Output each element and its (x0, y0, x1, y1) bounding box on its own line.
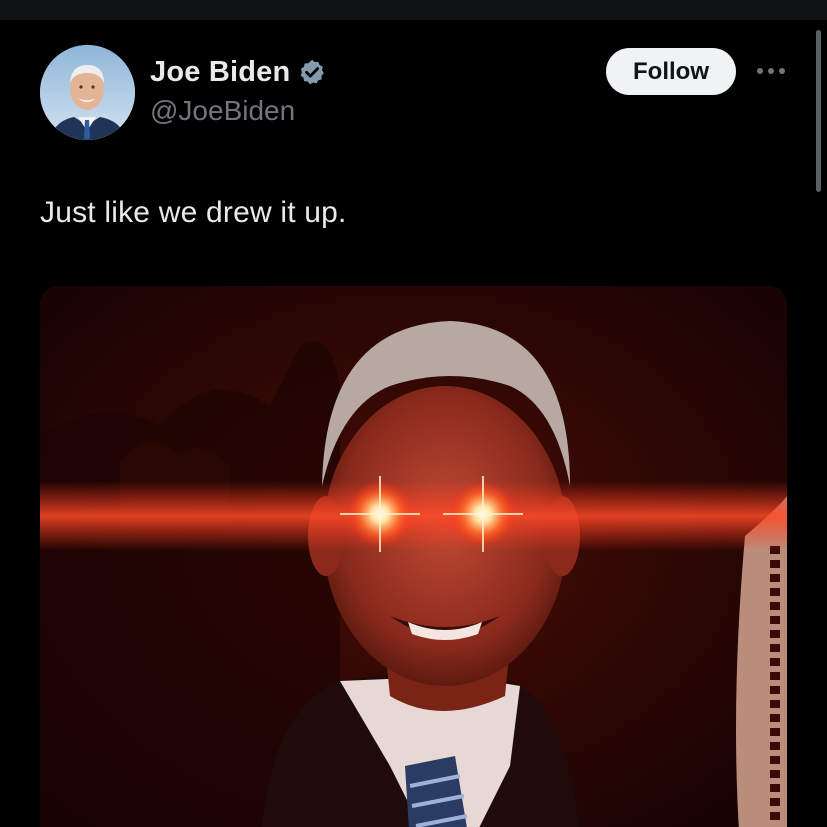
verified-badge-icon[interactable] (298, 58, 326, 86)
follow-button[interactable]: Follow (606, 48, 736, 95)
avatar[interactable] (40, 45, 135, 140)
post-header: Joe Biden @JoeBiden Follow (40, 45, 788, 141)
post-screen: Joe Biden @JoeBiden Follow Just like we … (0, 0, 827, 827)
post-media[interactable] (40, 286, 787, 827)
display-name[interactable]: Joe Biden (150, 56, 290, 89)
top-bar (0, 0, 827, 20)
edited-portrait-image (40, 286, 787, 827)
author-info: Joe Biden @JoeBiden (150, 53, 326, 127)
more-horizontal-icon (757, 68, 785, 74)
post-text: Just like we drew it up. (40, 196, 347, 229)
author-handle[interactable]: @JoeBiden (150, 95, 326, 127)
scrollbar[interactable] (816, 30, 821, 192)
profile-photo-icon (40, 45, 135, 140)
more-options-button[interactable] (754, 59, 788, 83)
display-name-row: Joe Biden (150, 53, 326, 91)
